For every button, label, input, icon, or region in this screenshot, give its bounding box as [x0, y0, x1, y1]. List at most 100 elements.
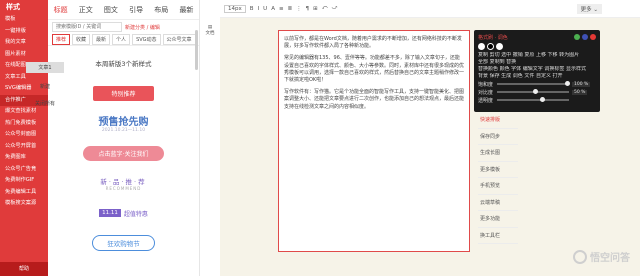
side-strip: ▤ 文档 [200, 0, 220, 276]
template-tab[interactable]: 最新 [174, 0, 199, 19]
toolbar-item[interactable]: 14px [224, 4, 246, 13]
nav-item[interactable]: 模板搜文案源 [0, 198, 48, 210]
filter-chip[interactable]: 推荐 [52, 34, 71, 45]
slider-label: 饱和度 [478, 81, 494, 88]
right-action-item[interactable]: 快速排版 [478, 112, 518, 129]
template-tab[interactable]: 引导 [124, 0, 149, 19]
watermark-text: 悟空问答 [590, 253, 630, 264]
toolbar-item[interactable]: I [258, 6, 260, 12]
nav-item[interactable]: 模板 [0, 14, 48, 26]
filter-chip[interactable]: 收藏 [72, 34, 91, 45]
nav-item[interactable]: 免费图库 [0, 152, 48, 164]
template-panel: 标题正文图文引导布局最新 新建分类 / 编辑 推荐收藏最新个人SVG动态公众号文… [48, 0, 200, 276]
close-icon[interactable] [590, 34, 596, 40]
toolbar-item[interactable]: ⋮ [296, 6, 302, 12]
right-action-item[interactable]: 保存同步 [478, 129, 518, 145]
nav-item[interactable]: 公众号开屏首 [0, 141, 48, 153]
presale-text: 预售抢先购 [98, 117, 149, 128]
toolbar-more-button[interactable]: 更多 ⌄ [576, 3, 602, 14]
festival-text: 狂欢购物节 [92, 235, 155, 251]
color-panel-row3[interactable]: 替换颜色 颜色 字体 编辑文字 调换标签 显示样式 [478, 66, 596, 73]
slider-knob[interactable] [540, 97, 546, 102]
slider-row: 透明度 [478, 96, 596, 104]
color-panel: 格式刷 · 调色 复制 剪切 选中 撤销 复原 上移 下移 转为图片 全部 复制… [474, 30, 600, 112]
filter-chip[interactable]: 公众号文章 [162, 34, 196, 45]
nav-item[interactable]: 热门免费模板 [0, 118, 48, 130]
color-panel-row1[interactable]: 复制 剪切 选中 撤销 复原 上移 下移 转为图片 [478, 52, 596, 59]
toolbar-item[interactable]: A [271, 6, 275, 12]
document-button[interactable]: ▤ 文档 [200, 20, 220, 40]
nav-item[interactable]: 免费制作GIF [0, 175, 48, 187]
right-action-item[interactable]: 换工具栏 [478, 228, 518, 244]
left-nav: 样式 模板 一键排版 我的文章 图片素材 在线配图 文章工具 SVG编辑器 合作推广 爆文查找素… [0, 0, 48, 276]
template-card-festival[interactable]: 狂欢购物节 [54, 230, 193, 256]
nav-item[interactable]: 图片素材 [0, 49, 48, 61]
panel-scrollbar[interactable] [195, 30, 198, 70]
nav-item[interactable]: 公众号广告竞 [0, 164, 48, 176]
recommend-text: 新·品·推·荐 [100, 177, 147, 186]
card-caption: 本周新版3个新样式 [95, 60, 152, 68]
right-action-item[interactable]: 手机预览 [478, 178, 518, 195]
color-panel-row2[interactable]: 全部 复制到 替换 [478, 59, 596, 66]
template-tab[interactable]: 标题 [48, 0, 73, 19]
nav-item[interactable]: 我的文章 [0, 37, 48, 49]
right-action-item[interactable]: 更多功能 [478, 211, 518, 228]
document-body[interactable]: 以前写作，都是在Word文档，随着用户需求的不断增加，还有网络科技的不断发展，好… [278, 30, 470, 252]
template-card-sale[interactable]: 11.11 超值特惠 [54, 200, 193, 226]
template-tabs: 标题 正文 图文 引导 布局 最新 [48, 0, 199, 20]
template-card-banner[interactable]: 特别推荐 [54, 80, 193, 106]
slider-knob[interactable] [533, 89, 538, 94]
nav-item[interactable]: 一键排版 [0, 26, 48, 38]
color-panel-row4[interactable]: 背景 保存 生成 调色 文件 自定义 打开 [478, 73, 596, 80]
right-action-item[interactable]: 云端草稿 [478, 195, 518, 211]
template-card-follow[interactable]: 点击蓝字·关注我们 [54, 140, 193, 166]
template-card-title[interactable]: 本周新版3个新样式 [54, 50, 193, 76]
slider-label: 对比度 [478, 89, 494, 96]
color-swatch[interactable] [496, 43, 503, 50]
color-swatches [478, 43, 596, 50]
follow-text: 点击蓝字·关注我们 [82, 145, 165, 161]
color-swatch[interactable] [478, 43, 485, 50]
article-label[interactable]: 文章1 [26, 62, 64, 73]
template-card-presale[interactable]: 预售抢先购 2021.10.21—11.10 [54, 110, 193, 136]
right-action-item[interactable]: 更多模板 [478, 162, 518, 178]
document-label: 文档 [205, 30, 215, 36]
document-paragraph: 写作软件有：写作猫。它是个功能全面的智能写作工具，支持一键智能美化、把图案调整大… [284, 89, 465, 110]
slider-row: 对比度 50 % [478, 88, 596, 96]
color-swatch[interactable] [487, 43, 494, 50]
watermark: 悟空问答 [573, 249, 630, 264]
toolbar-item[interactable]: B [250, 6, 254, 12]
slider-track[interactable] [497, 81, 571, 86]
nav-item[interactable]: 免费编辑工具 [0, 187, 48, 199]
nav-help[interactable]: 帮助 [0, 262, 48, 276]
search-link[interactable]: 新建分类 / 编辑 [125, 24, 160, 31]
template-search-input[interactable] [52, 22, 122, 32]
toolbar-item[interactable]: ⊞ [313, 6, 318, 12]
toolbar-item[interactable]: ≣ [288, 6, 293, 12]
toolbar-item[interactable]: U [263, 6, 267, 12]
article-label[interactable]: 关闭所有 [26, 100, 64, 107]
recommend-sub: RECOMMEND [105, 185, 142, 191]
toolbar-item[interactable]: ¶ [306, 6, 310, 12]
editor-toolbar: 14px B I U A ≡ ≣ ⋮ ¶ ⊞ ⤺ ⤻ 更多 ⌄ [220, 0, 640, 18]
template-tab[interactable]: 正文 [73, 0, 98, 19]
template-card-recommend[interactable]: 新·品·推·荐 RECOMMEND [54, 170, 193, 196]
right-action-item[interactable]: 生成长图 [478, 145, 518, 162]
color-panel-title: 格式刷 · 调色 [478, 34, 508, 41]
toolbar-item[interactable]: ≡ [279, 6, 284, 12]
filter-chip[interactable]: 个人 [112, 34, 131, 45]
template-tab[interactable]: 布局 [149, 0, 174, 19]
filter-chip[interactable]: 最新 [92, 34, 111, 45]
article-label[interactable]: 新建 [26, 83, 64, 90]
confirm-icon[interactable] [574, 34, 580, 40]
filter-chip[interactable]: SVG动态 [132, 34, 161, 45]
toolbar-item[interactable]: ⤺ [322, 5, 328, 12]
info-icon[interactable] [582, 34, 588, 40]
template-cards: 本周新版3个新样式 特别推荐 预售抢先购 2021.10.21—11.10 点击… [48, 46, 199, 264]
template-tab[interactable]: 图文 [98, 0, 123, 19]
nav-item[interactable]: 公众号封面图 [0, 129, 48, 141]
slider-knob[interactable] [565, 81, 571, 86]
slider-track[interactable] [497, 97, 569, 102]
slider-track[interactable] [497, 89, 569, 94]
toolbar-item[interactable]: ⤻ [332, 5, 338, 12]
